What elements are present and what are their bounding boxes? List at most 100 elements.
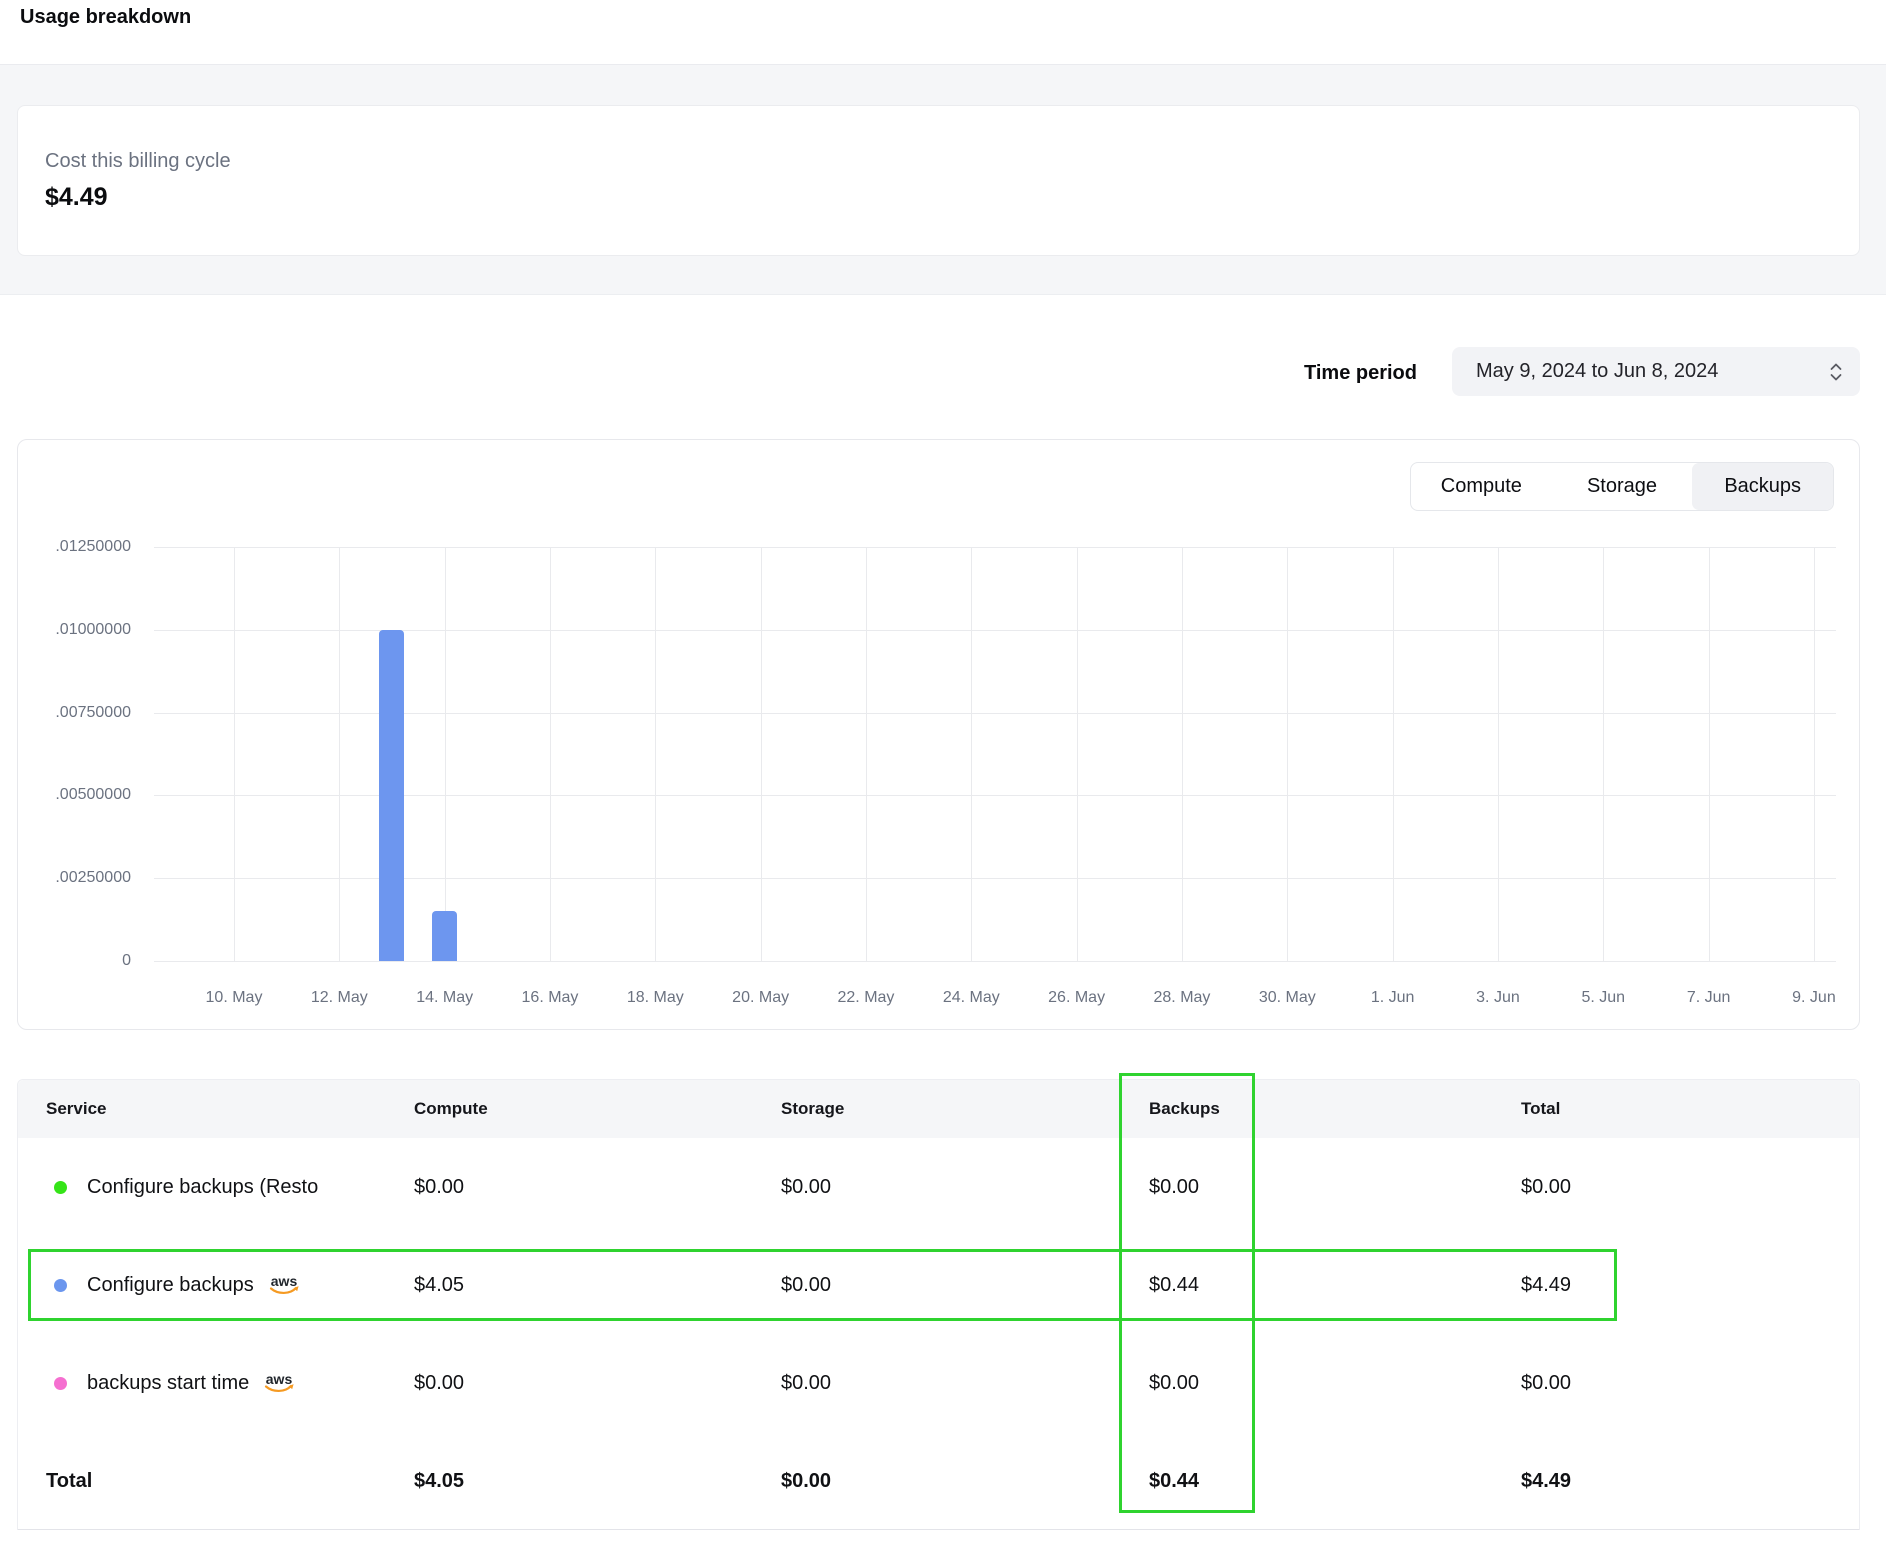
gridline-vertical <box>655 547 656 961</box>
gridline-horizontal <box>154 547 1836 548</box>
total-compute-cell: $4.05 <box>414 1432 464 1530</box>
billing-cycle-value: $4.49 <box>45 183 108 212</box>
service-name: Configure backups (Resto <box>87 1176 318 1199</box>
gridline-vertical <box>1287 547 1288 961</box>
aws-icon: aws <box>261 1372 298 1395</box>
table-total-row: Total $4.05 $0.00 $0.44 $4.49 <box>18 1432 1859 1530</box>
gridline-vertical <box>445 547 446 961</box>
gridline-horizontal <box>154 713 1836 714</box>
billing-cycle-card: Cost this billing cycle $4.49 <box>17 105 1860 256</box>
total-storage-cell: $0.00 <box>781 1432 831 1530</box>
service-name: Configure backups <box>87 1274 254 1297</box>
column-header-storage: Storage <box>781 1080 844 1138</box>
x-axis-tick-label: 22. May <box>814 985 918 1011</box>
table-row: Configure backups aws $4.05 $0.00 $0.44 $4.49 <box>18 1236 1859 1334</box>
x-axis-tick-label: 10. May <box>182 985 286 1011</box>
gridline-vertical <box>550 547 551 961</box>
gridline-vertical <box>1709 547 1710 961</box>
usage-table: Service Compute Storage Backups Total Config… <box>17 1079 1860 1530</box>
x-axis-tick-label: 3. Jun <box>1446 985 1550 1011</box>
gridline-vertical <box>234 547 235 961</box>
y-axis-tick-label: .00750000 <box>18 701 131 725</box>
y-axis-tick-label: .01000000 <box>18 618 131 642</box>
tab-storage[interactable]: Storage <box>1552 463 1693 510</box>
bar-chart: .01250000 .01000000 .00750000 .00500000 .002… <box>18 440 1859 1029</box>
x-axis-tick-label: 7. Jun <box>1657 985 1761 1011</box>
x-axis-tick-label: 18. May <box>603 985 707 1011</box>
service-color-dot <box>54 1279 67 1292</box>
total-total-cell: $4.49 <box>1521 1432 1571 1530</box>
gridline-vertical <box>971 547 972 961</box>
backups-cell: $0.44 <box>1149 1236 1199 1334</box>
gridline-vertical <box>1393 547 1394 961</box>
service-color-dot <box>54 1377 67 1390</box>
table-row: backups start time aws $0.00 $0.00 $0.00 $0.0… <box>18 1334 1859 1432</box>
chart-metric-tabs: ComputeStorageBackups <box>1410 462 1834 511</box>
total-cell: $4.49 <box>1521 1236 1571 1334</box>
billing-cycle-label: Cost this billing cycle <box>45 150 231 173</box>
column-header-service: Service <box>46 1080 107 1138</box>
service-cell: backups start time aws <box>54 1334 298 1432</box>
x-axis-tick-label: 5. Jun <box>1551 985 1655 1011</box>
service-name: backups start time <box>87 1372 249 1395</box>
service-cell: Configure backups (Resto <box>54 1138 318 1236</box>
total-cell: $0.00 <box>1521 1334 1571 1432</box>
gridline-vertical <box>1182 547 1183 961</box>
usage-chart-panel: .01250000 .01000000 .00750000 .00500000 .002… <box>17 439 1860 1030</box>
y-axis-tick-label: .00500000 <box>18 783 131 807</box>
column-header-total: Total <box>1521 1080 1560 1138</box>
x-axis-tick-label: 24. May <box>919 985 1023 1011</box>
gridline-horizontal <box>154 795 1836 796</box>
gridline-vertical <box>1498 547 1499 961</box>
tab-compute[interactable]: Compute <box>1411 463 1552 510</box>
compute-cell: $0.00 <box>414 1138 464 1236</box>
table-header-row: Service Compute Storage Backups Total <box>18 1080 1859 1138</box>
service-cell: Configure backups aws <box>54 1236 303 1334</box>
gridline-horizontal <box>154 630 1836 631</box>
gridline-horizontal <box>154 961 1836 962</box>
total-backups-cell: $0.44 <box>1149 1432 1199 1530</box>
storage-cell: $0.00 <box>781 1138 831 1236</box>
billing-summary-section: Cost this billing cycle $4.49 <box>0 64 1886 295</box>
tab-backups[interactable]: Backups <box>1692 463 1833 510</box>
y-axis-tick-label: 0 <box>18 949 131 973</box>
svg-text:aws: aws <box>266 1372 293 1387</box>
usage-breakdown-page: Usage breakdown Cost this billing cycle … <box>0 0 1886 1548</box>
backups-cell: $0.00 <box>1149 1334 1199 1432</box>
column-header-compute: Compute <box>414 1080 488 1138</box>
service-color-dot <box>54 1181 67 1194</box>
gridline-horizontal <box>154 878 1836 879</box>
y-axis-tick-label: .00250000 <box>18 866 131 890</box>
page-title: Usage breakdown <box>20 6 191 29</box>
x-axis-tick-label: 30. May <box>1235 985 1339 1011</box>
x-axis-tick-label: 28. May <box>1130 985 1234 1011</box>
chart-bar[interactable] <box>379 630 404 961</box>
time-period-select[interactable]: May 9, 2024 to Jun 8, 2024 <box>1452 347 1860 396</box>
x-axis-tick-label: 12. May <box>287 985 391 1011</box>
x-axis-tick-label: 26. May <box>1025 985 1129 1011</box>
x-axis-tick-label: 14. May <box>393 985 497 1011</box>
aws-icon: aws <box>266 1274 303 1297</box>
compute-cell: $4.05 <box>414 1236 464 1334</box>
y-axis-tick-label: .01250000 <box>18 535 131 559</box>
gridline-vertical <box>1814 547 1815 961</box>
storage-cell: $0.00 <box>781 1236 831 1334</box>
gridline-vertical <box>1603 547 1604 961</box>
time-period-label: Time period <box>1304 360 1417 386</box>
up-down-chevron-icon <box>1828 360 1844 384</box>
x-axis-tick-label: 9. Jun <box>1762 985 1866 1011</box>
time-period-value: May 9, 2024 to Jun 8, 2024 <box>1476 360 1718 383</box>
gridline-vertical <box>1077 547 1078 961</box>
storage-cell: $0.00 <box>781 1334 831 1432</box>
compute-cell: $0.00 <box>414 1334 464 1432</box>
chart-bar[interactable] <box>432 911 457 961</box>
table-row: Configure backups (Resto$0.00$0.00$0.00$… <box>18 1138 1859 1236</box>
total-row-label: Total <box>46 1432 92 1530</box>
x-axis-tick-label: 20. May <box>709 985 813 1011</box>
gridline-vertical <box>761 547 762 961</box>
column-header-backups: Backups <box>1149 1080 1220 1138</box>
gridline-vertical <box>339 547 340 961</box>
svg-text:aws: aws <box>271 1274 298 1289</box>
x-axis-tick-label: 1. Jun <box>1341 985 1445 1011</box>
gridline-vertical <box>866 547 867 961</box>
